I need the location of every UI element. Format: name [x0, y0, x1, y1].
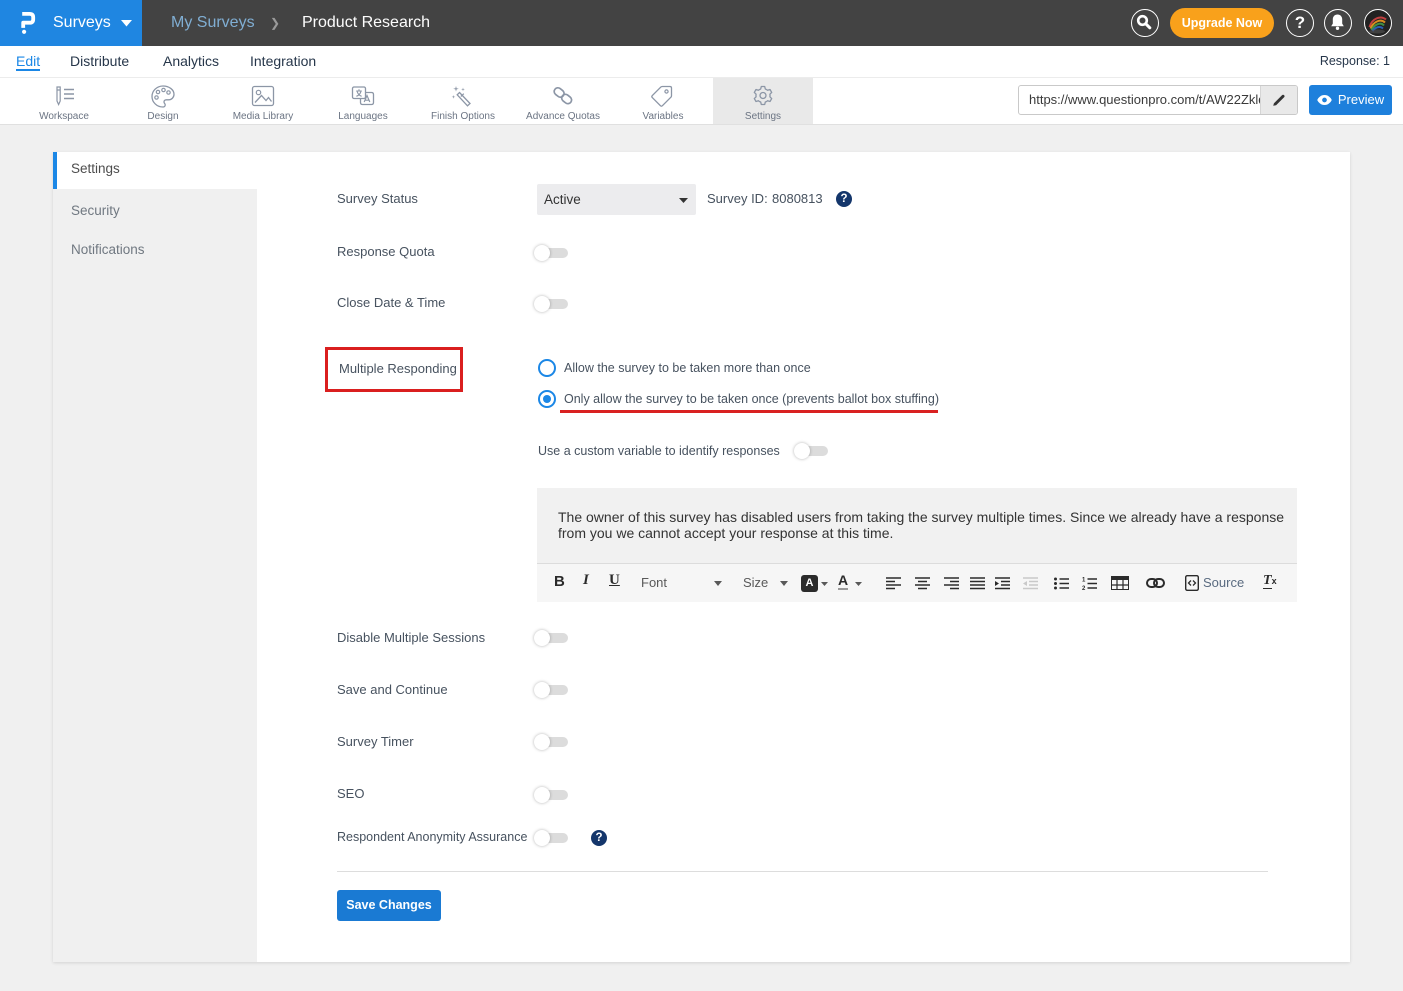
svg-text:1: 1: [1082, 578, 1086, 584]
svg-text:2: 2: [1082, 586, 1086, 590]
